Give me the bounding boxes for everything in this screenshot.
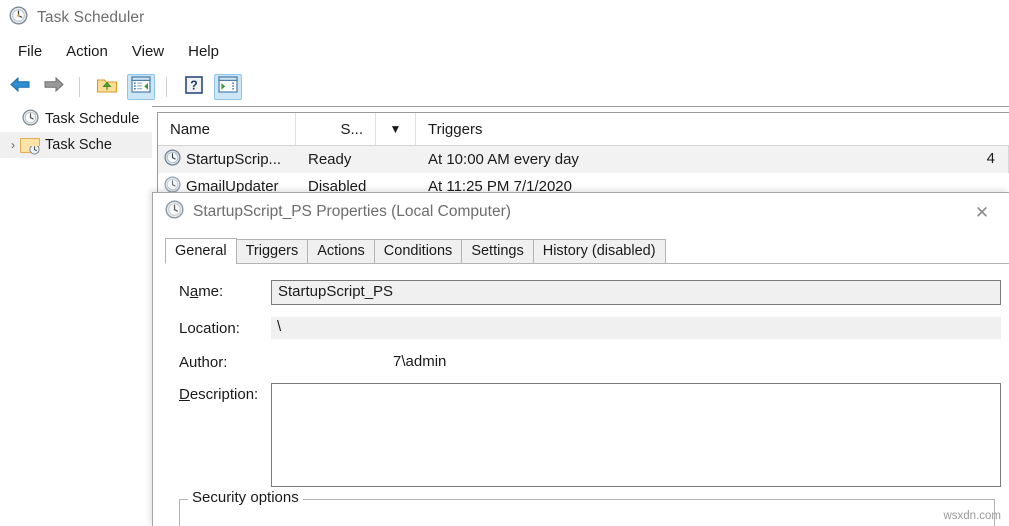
right-arrow-icon xyxy=(43,76,65,98)
console-tree-pane: Task Schedule › Task Sche xyxy=(0,106,153,526)
window-title: Task Scheduler xyxy=(37,9,145,26)
task-next-run-cell: 4 xyxy=(986,150,995,167)
description-field-row: Description: xyxy=(165,383,1009,487)
folder-up-icon xyxy=(96,76,118,99)
column-header-name[interactable]: Name xyxy=(158,113,296,145)
sidebar-item-label: Task Schedule xyxy=(45,111,140,127)
location-label: Location: xyxy=(179,320,240,337)
column-header-status[interactable]: S... xyxy=(296,113,376,145)
back-button[interactable] xyxy=(6,74,34,100)
close-icon[interactable]: ✕ xyxy=(965,199,999,225)
security-options-label: Security options xyxy=(188,489,303,506)
left-arrow-icon xyxy=(9,76,31,98)
dialog-tab-strip: General Triggers Actions Conditions Sett… xyxy=(165,238,1009,264)
description-label-accelerator: D xyxy=(179,386,190,403)
up-one-level-button[interactable] xyxy=(93,74,121,100)
task-properties-dialog: StartupScript_PS Properties (Local Compu… xyxy=(152,192,1009,526)
name-label-pre: N xyxy=(179,283,190,300)
name-label-post: me: xyxy=(198,283,224,300)
location-value: \ xyxy=(271,317,1001,339)
column-header-triggers[interactable]: Triggers xyxy=(416,113,1004,145)
task-scheduler-window: Task Scheduler File Action View Help ? T… xyxy=(0,0,1009,526)
name-input[interactable]: StartupScript_PS xyxy=(271,280,1001,305)
sidebar-item-task-scheduler-local[interactable]: Task Schedule xyxy=(0,106,152,132)
description-label: Description: xyxy=(165,383,271,403)
column-header-sort-indicator[interactable]: ▼ xyxy=(376,113,416,145)
clock-icon xyxy=(165,200,184,224)
tab-triggers[interactable]: Triggers xyxy=(235,239,309,264)
menu-bar: File Action View Help xyxy=(0,36,1009,66)
security-options-group: Security options xyxy=(179,489,995,526)
forward-button[interactable] xyxy=(40,74,68,100)
author-value: 7\admin xyxy=(393,353,447,370)
location-field-row: Location: \ xyxy=(165,317,1009,339)
description-label-post: escription: xyxy=(189,386,259,403)
chevron-right-icon[interactable]: › xyxy=(6,138,20,152)
tab-history[interactable]: History (disabled) xyxy=(532,239,666,264)
show-hide-action-pane-button[interactable] xyxy=(214,74,242,100)
sidebar-item-label: Task Sche xyxy=(45,137,112,153)
tab-actions[interactable]: Actions xyxy=(307,239,375,264)
task-list-column-header: Name S... ▼ Triggers xyxy=(158,113,1009,146)
toolbar-separator-2 xyxy=(166,77,167,97)
window-title-bar: Task Scheduler xyxy=(0,0,1009,36)
question-mark-icon: ? xyxy=(185,75,203,99)
folder-clock-icon xyxy=(20,137,40,155)
author-field-row: Author: 7\admin xyxy=(165,351,1009,371)
name-label: Name: xyxy=(165,280,271,300)
sidebar-item-task-scheduler-library[interactable]: › Task Sche xyxy=(0,132,152,158)
table-row[interactable]: StartupScrip... Ready At 10:00 AM every … xyxy=(158,146,1009,173)
toolbar-separator-1 xyxy=(79,77,80,97)
name-label-accelerator: a xyxy=(189,283,199,300)
task-name-cell: StartupScrip... xyxy=(158,149,296,170)
general-tab-panel: Name: StartupScript_PS Location: \ Autho… xyxy=(165,264,1009,526)
show-hide-console-tree-button[interactable] xyxy=(127,74,155,100)
clock-icon xyxy=(22,108,39,130)
task-triggers-cell: At 10:00 AM every day xyxy=(428,151,579,168)
author-label: Author: xyxy=(179,354,228,371)
action-pane-icon xyxy=(218,76,238,98)
menu-help[interactable]: Help xyxy=(178,41,229,62)
name-field-row: Name: StartupScript_PS xyxy=(165,280,1009,305)
toolbar: ? xyxy=(0,68,1009,107)
watermark: wsxdn.com xyxy=(943,510,1001,522)
tab-settings[interactable]: Settings xyxy=(461,239,534,264)
clock-icon xyxy=(9,6,28,30)
menu-view[interactable]: View xyxy=(122,41,174,62)
menu-file[interactable]: File xyxy=(8,41,52,62)
console-tree-icon xyxy=(131,76,151,98)
svg-text:?: ? xyxy=(190,78,198,92)
dialog-title-bar: StartupScript_PS Properties (Local Compu… xyxy=(153,193,1009,231)
tab-conditions[interactable]: Conditions xyxy=(373,239,463,264)
description-input[interactable] xyxy=(271,383,1001,487)
clock-icon xyxy=(164,149,181,170)
help-button[interactable]: ? xyxy=(180,74,208,100)
menu-action[interactable]: Action xyxy=(56,41,118,62)
tab-general[interactable]: General xyxy=(165,238,237,264)
task-status-cell: Ready xyxy=(308,151,352,168)
dialog-title: StartupScript_PS Properties (Local Compu… xyxy=(193,203,511,220)
task-name-text: StartupScrip... xyxy=(186,151,282,168)
